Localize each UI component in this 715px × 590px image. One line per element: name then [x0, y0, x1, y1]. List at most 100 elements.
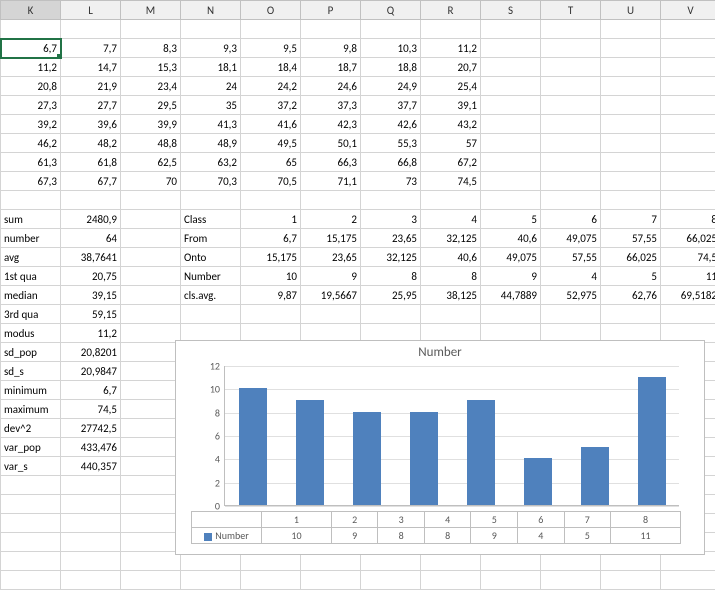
chart-container[interactable]: Number 024681012 12345678Number109889451… — [175, 340, 705, 555]
cell[interactable] — [121, 552, 181, 571]
cell[interactable]: 15,3 — [121, 58, 181, 77]
cell[interactable]: 74,5 — [661, 248, 715, 267]
cell[interactable]: 55,3 — [361, 134, 421, 153]
cell[interactable] — [241, 571, 301, 590]
cell[interactable]: 9 — [301, 267, 361, 286]
column-header[interactable]: V — [661, 1, 715, 20]
cell[interactable] — [601, 39, 661, 58]
cell[interactable] — [481, 134, 541, 153]
cell[interactable] — [601, 305, 661, 324]
cell[interactable] — [181, 191, 241, 210]
cell[interactable] — [541, 115, 601, 134]
cell[interactable]: 70,3 — [181, 172, 241, 191]
chart-bar[interactable] — [410, 412, 438, 505]
cell[interactable]: 25,4 — [421, 77, 481, 96]
cell[interactable]: 70,5 — [241, 172, 301, 191]
cell[interactable]: 18,7 — [301, 58, 361, 77]
cell[interactable]: 2480,9 — [61, 210, 121, 229]
cell[interactable] — [661, 96, 715, 115]
cell[interactable] — [241, 305, 301, 324]
cell[interactable] — [541, 96, 601, 115]
cell[interactable] — [601, 96, 661, 115]
cell[interactable] — [121, 438, 181, 457]
cell[interactable]: 64 — [61, 229, 121, 248]
cell[interactable] — [1, 571, 61, 590]
cell[interactable]: avg — [1, 248, 61, 267]
cell[interactable]: 20,75 — [61, 267, 121, 286]
cell[interactable] — [1, 552, 61, 571]
cell[interactable]: sum — [1, 210, 61, 229]
cell[interactable]: 65 — [241, 153, 301, 172]
cell[interactable]: 67,2 — [421, 153, 481, 172]
cell[interactable]: 14,7 — [61, 58, 121, 77]
cell[interactable]: 62,5 — [121, 153, 181, 172]
cell[interactable] — [541, 153, 601, 172]
cell[interactable]: number — [1, 229, 61, 248]
chart-bar[interactable] — [353, 412, 381, 505]
cell[interactable]: median — [1, 286, 61, 305]
cell[interactable]: 11,2 — [421, 39, 481, 58]
cell[interactable]: 39,9 — [121, 115, 181, 134]
cell[interactable] — [481, 58, 541, 77]
cell[interactable]: 18,1 — [181, 58, 241, 77]
cell[interactable] — [121, 248, 181, 267]
cell[interactable] — [481, 115, 541, 134]
cell[interactable]: 32,125 — [421, 229, 481, 248]
cell[interactable]: 69,5182 — [661, 286, 715, 305]
cell[interactable] — [421, 191, 481, 210]
cell[interactable] — [1, 495, 61, 514]
cell[interactable]: 40,6 — [481, 229, 541, 248]
cell[interactable]: 35 — [181, 96, 241, 115]
cell[interactable]: 9,87 — [241, 286, 301, 305]
cell[interactable]: 6,7 — [1, 39, 61, 58]
cell[interactable]: 15,175 — [241, 248, 301, 267]
cell[interactable] — [121, 400, 181, 419]
cell[interactable] — [121, 571, 181, 590]
cell[interactable]: 57,55 — [541, 248, 601, 267]
cell[interactable]: 6,7 — [241, 229, 301, 248]
cell[interactable]: 1 — [241, 210, 301, 229]
cell[interactable]: 61,8 — [61, 153, 121, 172]
cell[interactable]: 48,2 — [61, 134, 121, 153]
cell[interactable] — [121, 533, 181, 552]
cell[interactable]: 9,5 — [241, 39, 301, 58]
column-header[interactable]: Q — [361, 1, 421, 20]
cell[interactable]: 433,476 — [61, 438, 121, 457]
cell[interactable] — [541, 305, 601, 324]
column-header[interactable]: T — [541, 1, 601, 20]
cell[interactable] — [541, 58, 601, 77]
cell[interactable] — [121, 476, 181, 495]
cell[interactable]: 40,6 — [421, 248, 481, 267]
cell[interactable] — [541, 20, 601, 39]
cell[interactable] — [601, 172, 661, 191]
cell[interactable] — [421, 20, 481, 39]
cell[interactable]: 7 — [601, 210, 661, 229]
cell[interactable]: 74,5 — [61, 400, 121, 419]
cell[interactable]: 24,2 — [241, 77, 301, 96]
cell[interactable]: 66,8 — [361, 153, 421, 172]
cell[interactable] — [121, 286, 181, 305]
cell[interactable] — [601, 134, 661, 153]
cell[interactable] — [421, 305, 481, 324]
cell[interactable]: 63,2 — [181, 153, 241, 172]
cell[interactable] — [541, 134, 601, 153]
cell[interactable]: 37,2 — [241, 96, 301, 115]
cell[interactable]: 23,65 — [301, 248, 361, 267]
cell[interactable]: 21,9 — [61, 77, 121, 96]
cell[interactable]: 19,5667 — [301, 286, 361, 305]
cell[interactable]: 61,3 — [1, 153, 61, 172]
cell[interactable]: 5 — [601, 267, 661, 286]
cell[interactable]: sd_s — [1, 362, 61, 381]
column-header[interactable]: R — [421, 1, 481, 20]
chart-bar[interactable] — [296, 400, 324, 505]
cell[interactable] — [301, 191, 361, 210]
cell[interactable]: 24 — [181, 77, 241, 96]
cell[interactable] — [481, 153, 541, 172]
cell[interactable] — [301, 571, 361, 590]
cell[interactable]: 32,125 — [361, 248, 421, 267]
cell[interactable]: From — [181, 229, 241, 248]
cell[interactable]: 20,8201 — [61, 343, 121, 362]
cell[interactable]: 48,8 — [121, 134, 181, 153]
cell[interactable] — [61, 552, 121, 571]
cell[interactable] — [121, 343, 181, 362]
